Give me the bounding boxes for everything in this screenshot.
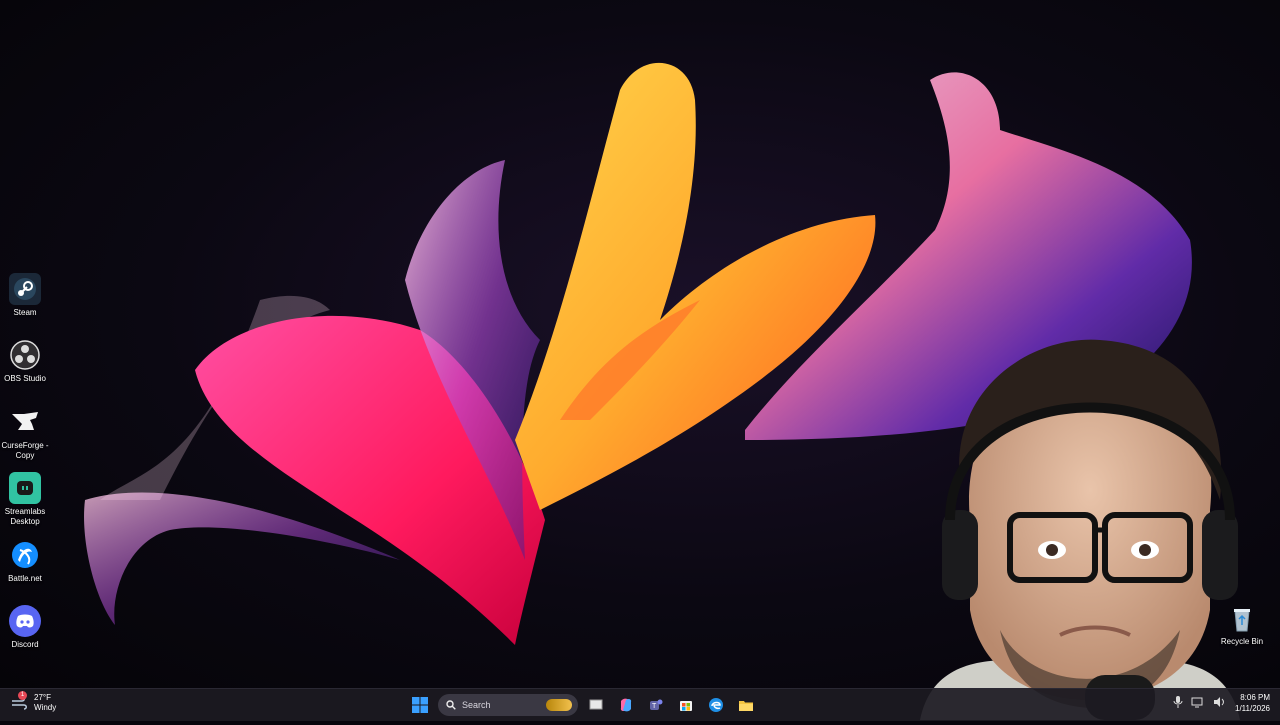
obs-icon — [9, 339, 41, 371]
edge-icon — [709, 698, 723, 712]
desktop-icon-label: Steam — [13, 308, 37, 317]
task-view-button[interactable] — [584, 693, 608, 717]
desktop-icon-label: Discord — [11, 640, 39, 649]
start-icon — [412, 697, 428, 713]
store-icon — [680, 701, 692, 711]
desktop-icon-label: Streamlabs Desktop — [4, 507, 46, 526]
desktop-icon-curseforge[interactable]: CurseForge - Copy — [0, 406, 50, 461]
edge-button[interactable] — [704, 693, 728, 717]
copilot-icon — [620, 698, 632, 712]
taskbar-search[interactable]: Search — [438, 694, 578, 716]
taskbar: 1 27°F Windy Search T 8:06 PM 1/11/2026 — [0, 688, 1280, 721]
store-button[interactable] — [674, 693, 698, 717]
search-highlight-icon — [546, 699, 572, 711]
weather-alert-badge: 1 — [18, 691, 27, 700]
search-placeholder: Search — [462, 700, 491, 710]
system-tray: 8:06 PM 1/11/2026 — [1173, 692, 1270, 714]
battlenet-icon — [9, 539, 41, 571]
desktop-icon-steam[interactable]: Steam — [0, 273, 50, 318]
wind-icon: 1 — [10, 691, 28, 712]
curseforge-icon — [9, 406, 41, 438]
file-explorer-button[interactable] — [734, 693, 758, 717]
streamlabs-icon — [9, 472, 41, 504]
clock[interactable]: 8:06 PM 1/11/2026 — [1235, 692, 1270, 714]
desktop-icon-streamlabs[interactable]: Streamlabs Desktop — [0, 472, 50, 527]
desktop-icon-label: Battle.net — [8, 574, 42, 583]
folder-icon — [739, 701, 753, 711]
network-icon[interactable] — [1191, 696, 1205, 710]
desktop-icon-obs[interactable]: OBS Studio — [0, 339, 50, 384]
weather-temperature: 27°F — [34, 693, 51, 702]
clock-time: 8:06 PM — [1240, 693, 1270, 702]
weather-condition: Windy — [34, 703, 57, 712]
steam-icon — [9, 273, 41, 305]
taskbar-apps: Search T — [408, 693, 758, 717]
desktop-icon-battlenet[interactable]: Battle.net — [0, 539, 50, 584]
task-view-icon — [589, 699, 603, 710]
desktop-icon-discord[interactable]: Discord — [0, 605, 50, 650]
discord-icon — [9, 605, 41, 637]
weather-widget[interactable]: 1 27°F Windy — [10, 691, 57, 713]
desktop-icon-label: OBS Studio — [4, 374, 46, 383]
webcam-overlay — [880, 330, 1280, 720]
svg-text:T: T — [652, 703, 657, 710]
copilot-button[interactable] — [614, 693, 638, 717]
search-icon — [446, 700, 456, 710]
teams-icon: T — [650, 699, 663, 710]
microphone-icon[interactable] — [1173, 696, 1183, 710]
start-button[interactable] — [408, 693, 432, 717]
clock-date: 1/11/2026 — [1235, 704, 1270, 713]
desktop-icon-label: CurseForge - Copy — [1, 441, 49, 460]
volume-icon[interactable] — [1213, 696, 1227, 710]
teams-button[interactable]: T — [644, 693, 668, 717]
